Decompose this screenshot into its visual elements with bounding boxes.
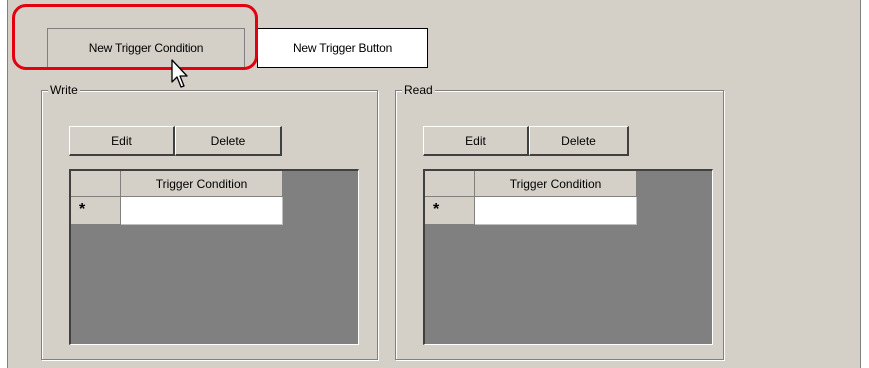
- write-new-row-marker: *: [71, 197, 121, 225]
- read-new-row-marker: *: [425, 197, 475, 225]
- new-trigger-button-button[interactable]: New Trigger Button: [257, 28, 428, 68]
- mouse-pointer-icon: [171, 59, 188, 88]
- read-grid-corner: [425, 171, 475, 197]
- read-trigger-grid[interactable]: Trigger Condition *: [423, 169, 713, 345]
- read-delete-button[interactable]: Delete: [529, 126, 629, 156]
- write-delete-button[interactable]: Delete: [175, 126, 282, 156]
- read-group: Read Edit Delete Trigger Condition *: [395, 82, 724, 360]
- write-trigger-grid[interactable]: Trigger Condition *: [69, 169, 359, 345]
- read-edit-button[interactable]: Edit: [423, 126, 529, 156]
- highlight-annotation: [12, 4, 258, 70]
- read-new-row-cell[interactable]: [475, 197, 637, 225]
- write-column-header[interactable]: Trigger Condition: [121, 171, 283, 197]
- write-group-title: Write: [48, 82, 80, 98]
- write-new-row-cell[interactable]: [121, 197, 283, 225]
- write-group: Write Edit Delete Trigger Condition *: [41, 82, 378, 360]
- read-column-header[interactable]: Trigger Condition: [475, 171, 637, 197]
- read-group-title: Read: [402, 82, 435, 98]
- write-edit-button[interactable]: Edit: [69, 126, 175, 156]
- write-grid-corner: [71, 171, 121, 197]
